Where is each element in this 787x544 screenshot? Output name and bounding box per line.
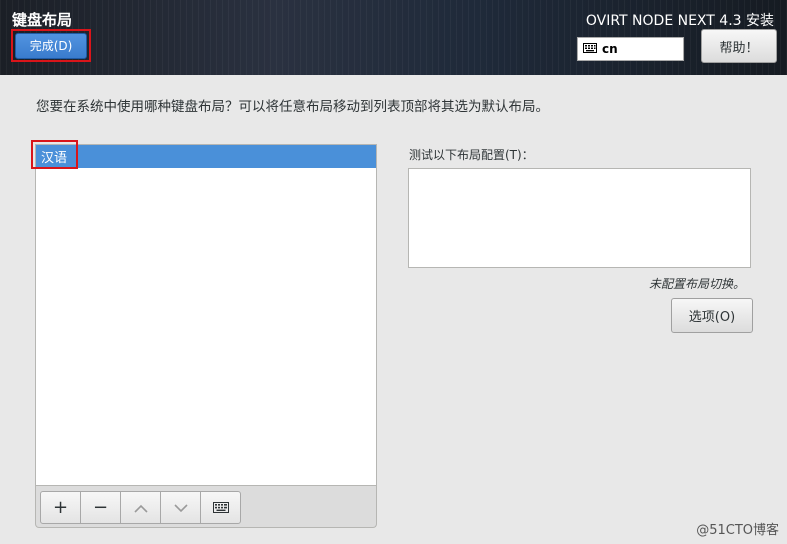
test-layout-label: 测试以下布局配置(T)： (409, 148, 534, 162)
minus-icon: − (92, 497, 109, 518)
keyboard-icon (212, 497, 229, 518)
move-up-button[interactable] (120, 491, 161, 524)
layout-question-text: 您要在系统中使用哪种键盘布局？可以将任意布局移动到列表顶部将其选为默认布局。 (36, 99, 549, 115)
remove-layout-button[interactable]: − (80, 491, 121, 524)
layout-list[interactable]: 汉语 (35, 144, 377, 486)
keyboard-icon (583, 42, 597, 56)
layout-list-item[interactable]: 汉语 (36, 145, 376, 168)
done-button[interactable]: 完成(D) (15, 32, 87, 59)
product-title: OVIRT NODE NEXT 4.3 安装 (585, 13, 774, 29)
chevron-down-icon (173, 497, 188, 518)
help-button[interactable]: 帮助！ (701, 29, 777, 63)
layout-list-item-label: 汉语 (41, 151, 68, 166)
layout-list-toolbar: + − (35, 486, 377, 528)
chevron-up-icon (133, 497, 148, 518)
add-layout-button[interactable]: + (40, 491, 81, 524)
done-button-highlight: 完成(D) (11, 29, 91, 62)
watermark: @51CTO博客 (696, 523, 779, 538)
keyboard-layout-code: cn (602, 42, 618, 56)
plus-icon: + (52, 497, 69, 518)
options-button[interactable]: 选项(O) (671, 298, 753, 333)
page-title: 键盘布局 (12, 11, 73, 29)
keyboard-layout-indicator[interactable]: cn (577, 37, 684, 61)
header-bar: 键盘布局 完成(D) OVIRT NODE NEXT 4.3 安装 cn 帮助！ (0, 0, 787, 75)
preview-layout-button[interactable] (200, 491, 241, 524)
test-layout-textarea[interactable] (408, 168, 751, 268)
move-down-button[interactable] (160, 491, 201, 524)
layout-switch-status: 未配置布局切换。 (648, 277, 745, 291)
